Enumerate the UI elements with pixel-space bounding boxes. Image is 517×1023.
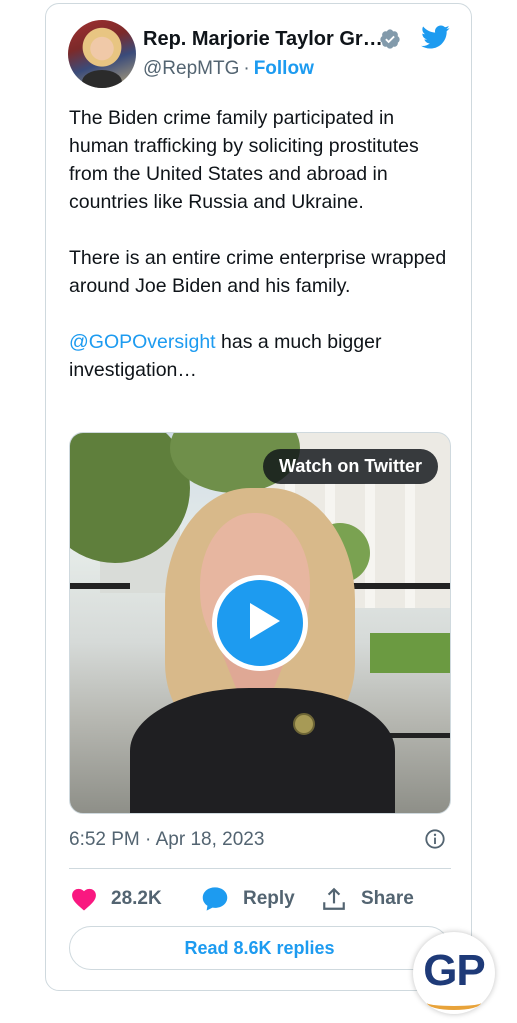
lapel-pin: [293, 713, 315, 735]
action-bar: 28.2K Reply Share: [69, 882, 451, 916]
tweet-text: The Biden crime family participated in h…: [69, 104, 459, 412]
heart-icon: [72, 888, 96, 911]
like-button[interactable]: 28.2K: [71, 882, 162, 916]
tweet-timestamp[interactable]: 6:52 PM · Apr 18, 2023: [69, 829, 264, 851]
reply-label: Reply: [243, 888, 295, 909]
gp-logo-text: GP: [423, 946, 486, 995]
author-handle[interactable]: @RepMTG: [143, 58, 239, 79]
tweet-card: Rep. Marjorie Taylor Gr… @RepMTG · Follow …: [45, 3, 472, 991]
read-replies-button[interactable]: Read 8.6K replies: [69, 926, 450, 970]
building-column: [405, 483, 415, 608]
reply-button[interactable]: Reply: [201, 882, 295, 916]
person-jacket: [130, 688, 395, 813]
handle-separator: ·: [243, 58, 250, 79]
share-label: Share: [361, 888, 414, 909]
video-thumbnail[interactable]: Watch on Twitter: [69, 432, 451, 814]
reply-bubble-icon: [202, 887, 228, 911]
mention-link[interactable]: @GOPOversight: [69, 331, 216, 353]
fence: [350, 583, 450, 589]
play-icon[interactable]: [212, 575, 308, 671]
follow-button[interactable]: Follow: [254, 58, 314, 79]
tweet-paragraph: The Biden crime family participated in h…: [69, 107, 419, 213]
like-count: 28.2K: [111, 888, 162, 909]
verified-badge-icon: [380, 29, 400, 49]
author-name[interactable]: Rep. Marjorie Taylor Gr…: [143, 28, 383, 51]
avatar[interactable]: [68, 20, 136, 88]
gp-watermark-logo: GP: [413, 932, 495, 1014]
info-icon[interactable]: [424, 828, 446, 850]
divider: [69, 868, 451, 869]
tweet-paragraph: There is an entire crime enterprise wrap…: [69, 247, 447, 297]
share-icon: [323, 887, 345, 910]
twitter-bird-icon[interactable]: [418, 22, 452, 52]
tweet-paragraph: @GOPOversight has a much bigger investig…: [69, 328, 459, 384]
author-handle-line: @RepMTG · Follow: [143, 58, 314, 80]
fence: [70, 583, 130, 589]
watch-on-twitter-button[interactable]: Watch on Twitter: [263, 449, 438, 484]
share-button[interactable]: Share: [321, 882, 414, 916]
lawn: [370, 633, 450, 673]
